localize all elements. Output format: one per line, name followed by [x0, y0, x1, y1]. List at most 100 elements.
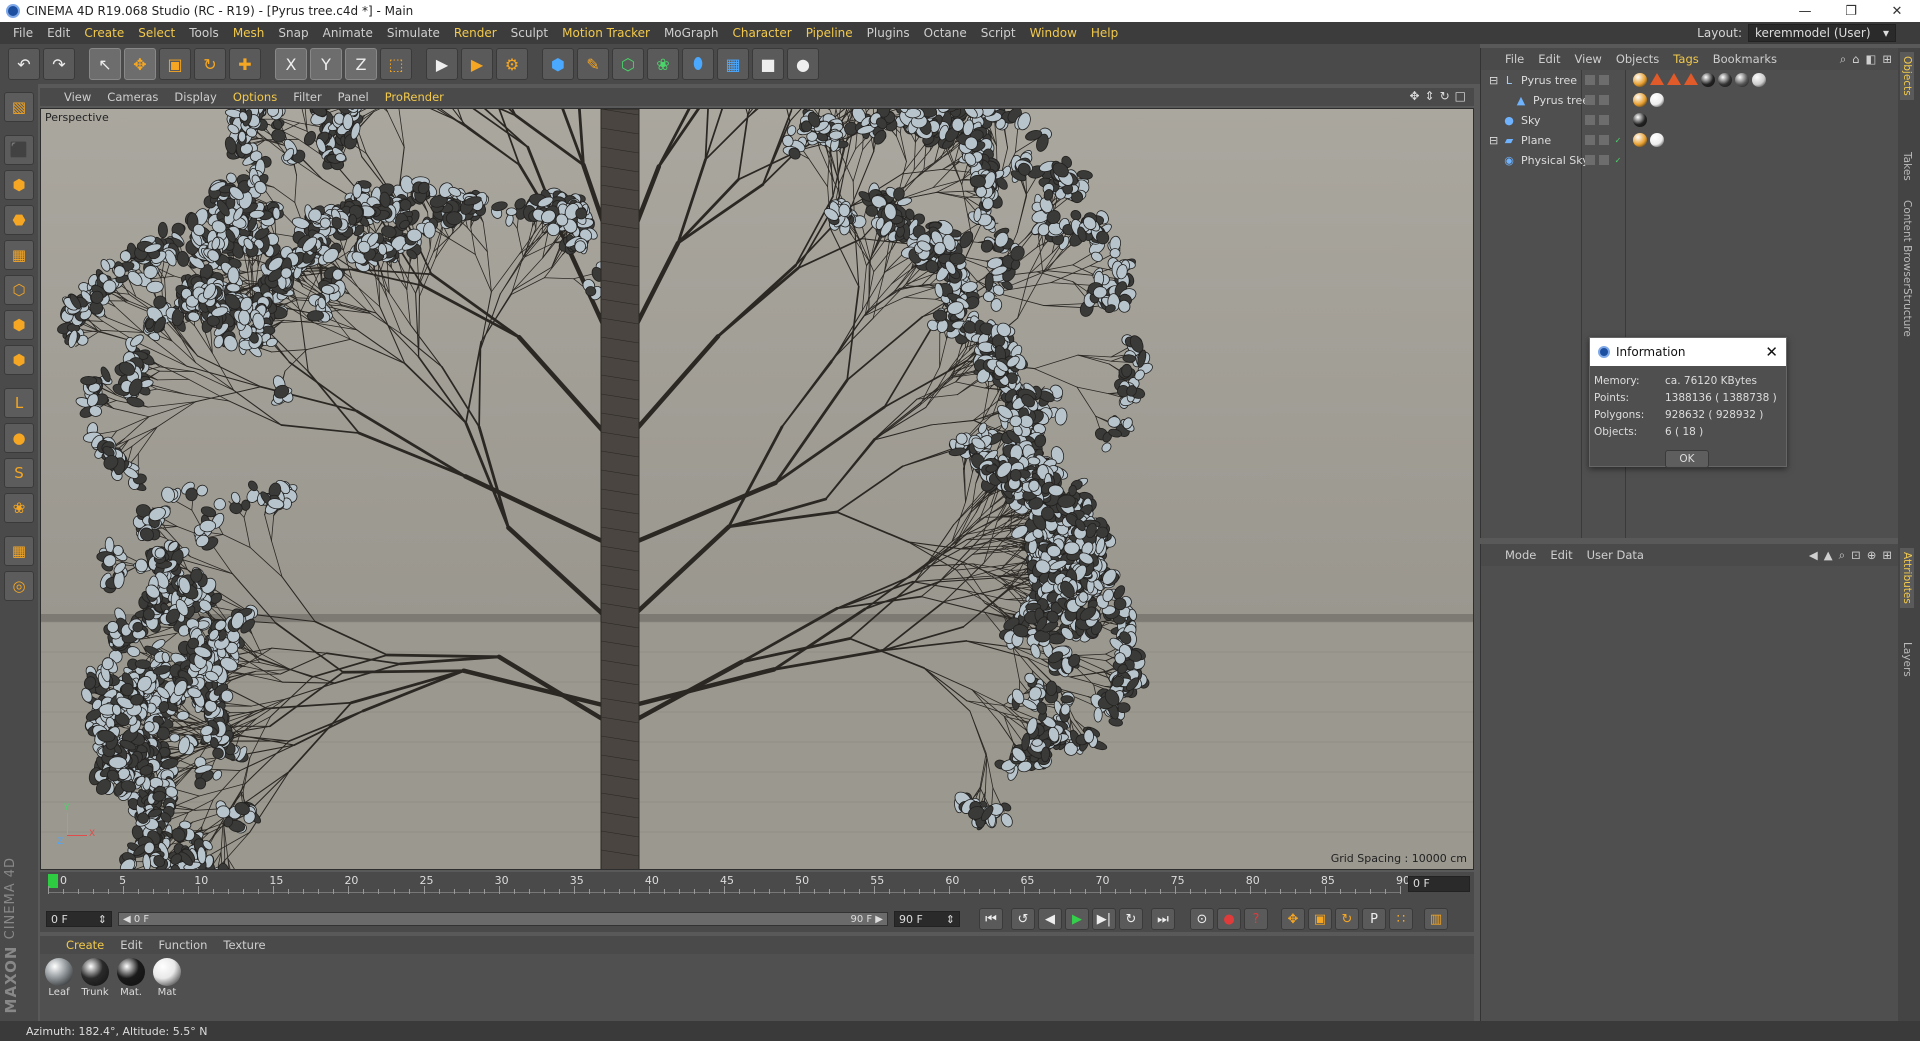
soft-selection-button[interactable]: ❀ — [4, 493, 34, 523]
layer-flag-icon[interactable] — [1585, 135, 1595, 145]
frame-ruler[interactable]: 0 5 10 15 20 25 30 35 40 45 50 55 60 65 70 75 80 85 90 — [48, 872, 1410, 906]
orbit-icon[interactable]: ↻ — [1440, 89, 1450, 103]
object-name[interactable]: Pyrus tree — [1533, 94, 1589, 107]
menu-edit[interactable]: Edit — [40, 26, 77, 40]
object-name[interactable]: Sky — [1521, 114, 1540, 127]
material-tag-icon[interactable] — [1633, 73, 1647, 87]
object-mode-button[interactable]: ⬛ — [4, 135, 34, 165]
end-frame-field[interactable]: 90 F ⇕ — [894, 911, 960, 927]
object-menu-edit[interactable]: Edit — [1538, 52, 1560, 66]
home-icon[interactable]: ⌂ — [1852, 52, 1859, 67]
material-menu-function[interactable]: Function — [159, 938, 208, 952]
dock-tab-attributes[interactable]: Attributes — [1900, 548, 1914, 608]
play-button[interactable]: ▶ — [1065, 908, 1089, 930]
y-axis-lock[interactable]: Y — [310, 48, 342, 80]
object-row-sky[interactable]: ● Sky — [1481, 110, 1898, 130]
tree-expander-icon[interactable]: ⊟ — [1489, 74, 1503, 87]
layer-flag-icon[interactable] — [1585, 95, 1595, 105]
up-arrow-icon[interactable]: ▲ — [1824, 548, 1833, 563]
menu-window[interactable]: Window — [1023, 26, 1084, 40]
playhead[interactable] — [48, 874, 58, 888]
timeline-window-button[interactable]: ▥ — [1424, 908, 1448, 930]
attribute-menu-edit[interactable]: Edit — [1550, 548, 1572, 562]
visibility-dot-icon[interactable] — [1599, 95, 1609, 105]
viewport-menu-options[interactable]: Options — [233, 90, 277, 104]
subdivision-surface-button[interactable]: ⬡ — [612, 48, 644, 80]
menu-animate[interactable]: Animate — [316, 26, 380, 40]
material-menu-create[interactable]: Create — [66, 938, 104, 952]
floor-button[interactable]: ▦ — [717, 48, 749, 80]
menu-simulate[interactable]: Simulate — [380, 26, 447, 40]
menu-motion-tracker[interactable]: Motion Tracker — [555, 26, 657, 40]
light-button[interactable]: ● — [787, 48, 819, 80]
visibility-dot-icon[interactable] — [1599, 155, 1609, 165]
render-settings-button[interactable]: ⚙ — [496, 48, 528, 80]
start-frame-field[interactable]: 0 F ⇕ — [46, 911, 112, 927]
menu-pipeline[interactable]: Pipeline — [799, 26, 860, 40]
object-menu-view[interactable]: View — [1575, 52, 1602, 66]
tree-expander-icon[interactable]: ⊟ — [1489, 134, 1503, 147]
search-icon[interactable]: ⌕ — [1839, 548, 1845, 563]
pen-spline-button[interactable]: ✎ — [577, 48, 609, 80]
viewport-menu-filter[interactable]: Filter — [293, 90, 321, 104]
viewport-menu-display[interactable]: Display — [174, 90, 216, 104]
layer-flag-icon[interactable] — [1585, 75, 1595, 85]
pan-icon[interactable]: ✥ — [1409, 89, 1419, 103]
material-tag-icon[interactable] — [1650, 93, 1664, 107]
menu-character[interactable]: Character — [725, 26, 798, 40]
workplane-lock-button[interactable]: ▦ — [4, 536, 34, 566]
undo-button[interactable]: ↶ — [8, 48, 40, 80]
current-frame-field[interactable]: 0 F — [1408, 876, 1470, 892]
render-picture-viewer-button[interactable]: ▶ — [461, 48, 493, 80]
material-swatch[interactable]: Leaf — [44, 958, 74, 1020]
redo-button[interactable]: ↷ — [43, 48, 75, 80]
key-pla-toggle[interactable]: ∷ — [1389, 908, 1413, 930]
object-menu-tags[interactable]: Tags — [1673, 52, 1698, 66]
material-tag-icon[interactable] — [1633, 113, 1647, 127]
enabled-check-icon[interactable]: ✓ — [1613, 135, 1623, 145]
go-to-end-button[interactable]: ⏭ — [1151, 908, 1175, 930]
object-name[interactable]: Plane — [1521, 134, 1551, 147]
edges-mode-button[interactable]: ⬡ — [4, 275, 34, 305]
menu-mograph[interactable]: MoGraph — [657, 26, 726, 40]
material-tag-icon[interactable] — [1735, 73, 1749, 87]
back-arrow-icon[interactable]: ◀ — [1809, 548, 1818, 563]
workplane-mode-button[interactable]: ⬣ — [4, 205, 34, 235]
key-scale-toggle[interactable]: ▣ — [1308, 908, 1332, 930]
motion-path-button[interactable]: ⊙ — [1190, 908, 1214, 930]
menu-file[interactable]: File — [6, 26, 40, 40]
close-button[interactable]: ✕ — [1874, 0, 1920, 22]
layer-flag-icon[interactable] — [1585, 115, 1595, 125]
go-to-start-button[interactable]: ⏮ — [979, 908, 1003, 930]
menu-tools[interactable]: Tools — [182, 26, 226, 40]
object-row-physical-sky[interactable]: ◉ Physical Sky ✓ — [1481, 150, 1898, 170]
visibility-dot-icon[interactable] — [1599, 135, 1609, 145]
x-axis-lock[interactable]: X — [275, 48, 307, 80]
texture-mode-button[interactable]: ⬢ — [4, 170, 34, 200]
viewport-menu-prorender[interactable]: ProRender — [385, 90, 444, 104]
key-position-toggle[interactable]: ✥ — [1281, 908, 1305, 930]
scale-tool[interactable]: ▣ — [159, 48, 191, 80]
key-rotation-toggle[interactable]: ↻ — [1335, 908, 1359, 930]
axis-mode-button[interactable]: L — [4, 388, 34, 418]
record-key-button[interactable]: ● — [1217, 908, 1241, 930]
live-selection-tool[interactable]: ↖ — [89, 48, 121, 80]
material-menu-texture[interactable]: Texture — [223, 938, 265, 952]
coordinate-system-toggle[interactable]: ⬚ — [380, 48, 412, 80]
restore-button[interactable]: ❐ — [1828, 0, 1874, 22]
dialog-close-button[interactable]: ✕ — [1765, 343, 1778, 361]
previous-key-button[interactable]: ↺ — [1011, 908, 1035, 930]
dock-tab-layers[interactable]: Layers — [1900, 638, 1914, 681]
dock-tab-content-browser[interactable]: Content Browser — [1900, 196, 1914, 292]
minimize-button[interactable]: — — [1782, 0, 1828, 22]
menu-mesh[interactable]: Mesh — [226, 26, 272, 40]
model-mode-button[interactable]: ▧ — [4, 92, 34, 122]
material-tag-icon[interactable] — [1633, 133, 1647, 147]
object-row-pyrus-tree[interactable]: ▲ Pyrus tree — [1481, 90, 1898, 110]
dock-tab-takes[interactable]: Takes — [1900, 148, 1914, 185]
material-tag-icon[interactable] — [1667, 73, 1681, 85]
timeline-ruler[interactable]: 0 5 10 15 20 25 30 35 40 45 50 55 60 65 70 75 80 85 90 0 F — [40, 872, 1474, 906]
menu-select[interactable]: Select — [131, 26, 182, 40]
visibility-dot-icon[interactable] — [1599, 75, 1609, 85]
viewport-menu-cameras[interactable]: Cameras — [107, 90, 158, 104]
